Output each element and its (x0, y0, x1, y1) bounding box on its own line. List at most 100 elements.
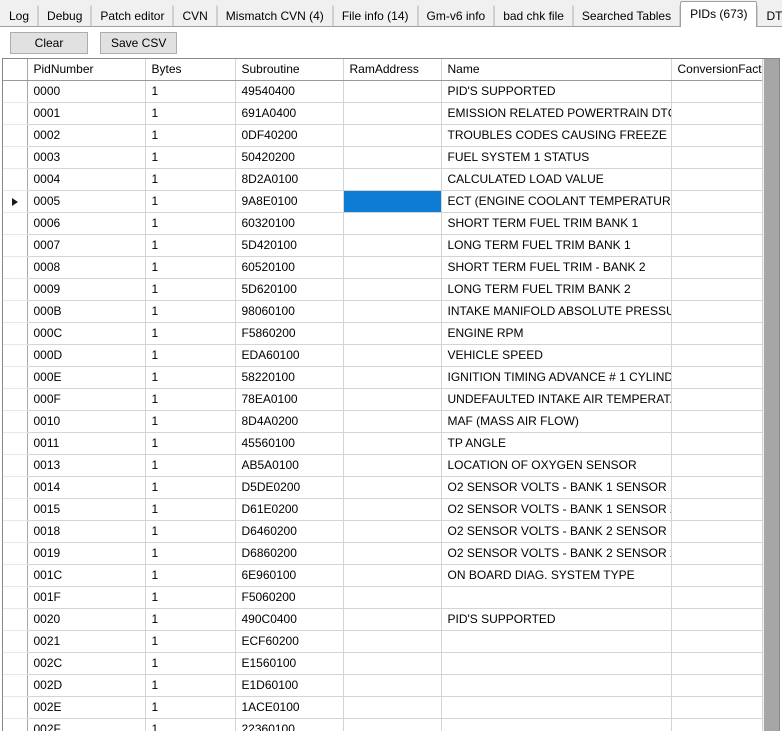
cell-conversionfactor[interactable] (671, 146, 772, 169)
cell-ramaddress[interactable] (343, 410, 442, 433)
tab-mismatch-cvn-4[interactable]: Mismatch CVN (4) (216, 5, 333, 26)
tab-pids-673[interactable]: PIDs (673) (680, 1, 758, 27)
cell-subroutine[interactable]: 5D420100 (235, 234, 344, 257)
cell-pidnumber[interactable]: 0010 (27, 410, 146, 433)
column-header-bytes[interactable]: Bytes (145, 59, 236, 81)
cell-bytes[interactable]: 1 (145, 630, 236, 653)
cell-conversionfactor[interactable] (671, 366, 772, 389)
row-indicator[interactable] (3, 608, 28, 631)
cell-subroutine[interactable]: 6E960100 (235, 564, 344, 587)
row-indicator[interactable] (3, 476, 28, 499)
row-indicator[interactable] (3, 498, 28, 521)
cell-name[interactable]: LONG TERM FUEL TRIM BANK 2 (441, 278, 672, 301)
table-row[interactable]: 0000 1 49540400 PID'S SUPPORTED (3, 80, 772, 103)
row-indicator[interactable] (3, 586, 28, 609)
cell-name[interactable]: SHORT TERM FUEL TRIM - BANK 2 (441, 256, 672, 279)
cell-ramaddress[interactable] (343, 476, 442, 499)
cell-pidnumber[interactable]: 000B (27, 300, 146, 323)
cell-bytes[interactable]: 1 (145, 388, 236, 411)
table-row[interactable]: 0014 1 D5DE0200 O2 SENSOR VOLTS - BANK 1 SE… (3, 476, 772, 499)
cell-subroutine[interactable]: E1560100 (235, 652, 344, 675)
cell-name[interactable]: O2 SENSOR VOLTS - BANK 2 SENSOR 1 (441, 520, 672, 543)
cell-ramaddress[interactable] (343, 608, 442, 631)
row-indicator[interactable] (3, 410, 28, 433)
cell-subroutine[interactable]: D6460200 (235, 520, 344, 543)
table-row[interactable]: 000E 1 58220100 IGNITION TIMING ADVANCE # 1… (3, 366, 772, 389)
cell-subroutine[interactable]: F5860200 (235, 322, 344, 345)
cell-pidnumber[interactable]: 0006 (27, 212, 146, 235)
column-header-pidnumber[interactable]: PidNumber (27, 59, 146, 81)
cell-conversionfactor[interactable] (671, 542, 772, 565)
tab-debug[interactable]: Debug (38, 5, 92, 26)
cell-bytes[interactable]: 1 (145, 476, 236, 499)
row-indicator[interactable] (3, 674, 28, 697)
cell-name[interactable]: VEHICLE SPEED (441, 344, 672, 367)
row-indicator[interactable] (3, 234, 28, 257)
cell-bytes[interactable]: 1 (145, 542, 236, 565)
row-indicator[interactable] (3, 388, 28, 411)
save-csv-button[interactable]: Save CSV (100, 31, 178, 54)
cell-conversionfactor[interactable] (671, 168, 772, 191)
row-indicator[interactable] (3, 564, 28, 587)
vertical-scrollbar-thumb[interactable] (764, 59, 779, 731)
cell-conversionfactor[interactable] (671, 190, 772, 213)
cell-bytes[interactable]: 1 (145, 652, 236, 675)
cell-bytes[interactable]: 1 (145, 80, 236, 103)
tab-searched-tables[interactable]: Searched Tables (572, 5, 681, 26)
cell-bytes[interactable]: 1 (145, 564, 236, 587)
cell-subroutine[interactable]: 22360100 (235, 718, 344, 731)
table-row[interactable]: 0006 1 60320100 SHORT TERM FUEL TRIM BANK 1 (3, 212, 772, 235)
cell-conversionfactor[interactable] (671, 256, 772, 279)
row-indicator[interactable] (3, 80, 28, 103)
cell-name[interactable]: ON BOARD DIAG. SYSTEM TYPE (441, 564, 672, 587)
row-indicator[interactable] (3, 256, 28, 279)
row-indicator[interactable] (3, 630, 28, 653)
table-row[interactable]: 000B 1 98060100 INTAKE MANIFOLD ABSOLUTE PR… (3, 300, 772, 323)
cell-bytes[interactable]: 1 (145, 608, 236, 631)
cell-conversionfactor[interactable] (671, 410, 772, 433)
tab-file-info-14[interactable]: File info (14) (332, 5, 418, 26)
table-row[interactable]: 000D 1 EDA60100 VEHICLE SPEED (3, 344, 772, 367)
cell-pidnumber[interactable]: 0005 (27, 190, 146, 213)
cell-conversionfactor[interactable] (671, 564, 772, 587)
cell-bytes[interactable]: 1 (145, 432, 236, 455)
cell-conversionfactor[interactable] (671, 102, 772, 125)
cell-subroutine[interactable]: 9A8E0100 (235, 190, 344, 213)
cell-bytes[interactable]: 1 (145, 300, 236, 323)
cell-subroutine[interactable]: D5DE0200 (235, 476, 344, 499)
cell-name[interactable]: IGNITION TIMING ADVANCE # 1 CYLINDER (441, 366, 672, 389)
cell-name[interactable]: O2 SENSOR VOLTS - BANK 2 SENSOR 2 (441, 542, 672, 565)
cell-ramaddress[interactable] (343, 234, 442, 257)
cell-conversionfactor[interactable] (671, 300, 772, 323)
cell-name[interactable]: LOCATION OF OXYGEN SENSOR (441, 454, 672, 477)
cell-subroutine[interactable]: 0DF40200 (235, 124, 344, 147)
cell-subroutine[interactable]: 5D620100 (235, 278, 344, 301)
cell-conversionfactor[interactable] (671, 344, 772, 367)
cell-subroutine[interactable]: E1D60100 (235, 674, 344, 697)
cell-name[interactable] (441, 586, 672, 609)
table-row[interactable]: 000C 1 F5860200 ENGINE RPM (3, 322, 772, 345)
cell-conversionfactor[interactable] (671, 652, 772, 675)
column-header-conversionfactor[interactable]: ConversionFactor (671, 59, 772, 81)
cell-name[interactable]: TP ANGLE (441, 432, 672, 455)
cell-ramaddress[interactable] (343, 696, 442, 719)
cell-subroutine[interactable]: 60520100 (235, 256, 344, 279)
cell-name[interactable]: O2 SENSOR VOLTS - BANK 1 SENSOR 2 (441, 498, 672, 521)
cell-bytes[interactable]: 1 (145, 410, 236, 433)
row-indicator[interactable] (3, 146, 28, 169)
cell-name[interactable]: ECT (ENGINE COOLANT TEMPERATURE) (441, 190, 672, 213)
table-row[interactable]: 001F 1 F5060200 (3, 586, 772, 609)
cell-bytes[interactable]: 1 (145, 498, 236, 521)
table-row[interactable]: 0005 1 9A8E0100 ECT (ENGINE COOLANT TEMPERA… (3, 190, 772, 213)
cell-pidnumber[interactable]: 0019 (27, 542, 146, 565)
cell-name[interactable]: CALCULATED LOAD VALUE (441, 168, 672, 191)
cell-name[interactable]: EMISSION RELATED POWERTRAIN DTC ... (441, 102, 672, 125)
cell-subroutine[interactable]: 50420200 (235, 146, 344, 169)
table-row[interactable]: 0003 1 50420200 FUEL SYSTEM 1 STATUS (3, 146, 772, 169)
cell-pidnumber[interactable]: 0015 (27, 498, 146, 521)
tab-cvn[interactable]: CVN (173, 5, 217, 26)
cell-conversionfactor[interactable] (671, 234, 772, 257)
cell-name[interactable] (441, 696, 672, 719)
cell-ramaddress[interactable] (343, 366, 442, 389)
cell-ramaddress[interactable] (343, 652, 442, 675)
